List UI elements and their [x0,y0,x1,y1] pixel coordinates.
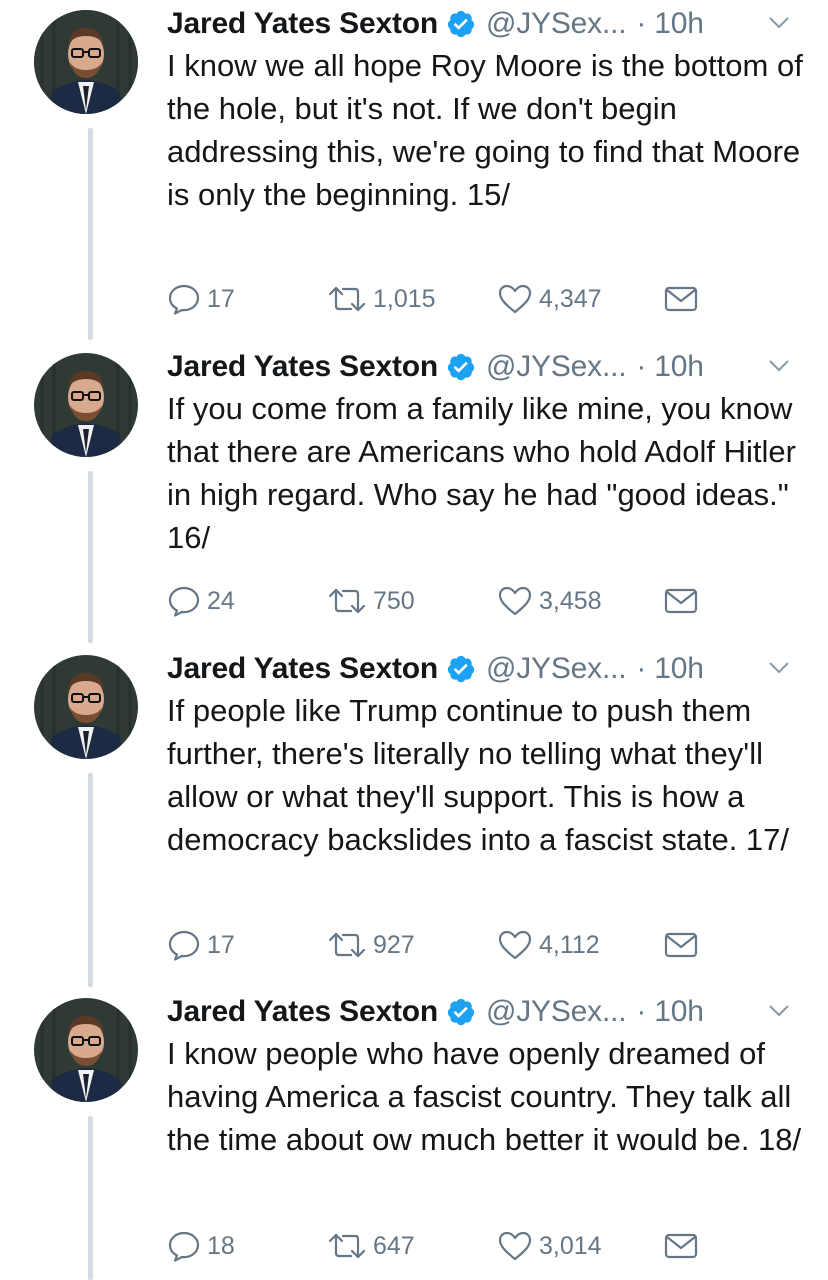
retweet-icon [328,1233,366,1259]
envelope-icon [664,588,698,614]
reply-count: 18 [207,1231,235,1260]
avatar[interactable] [34,655,138,759]
author-name[interactable]: Jared Yates Sexton [167,652,438,686]
like-button[interactable]: 4,112 [497,927,600,963]
tweet-text: I know we all hope Roy Moore is the bott… [167,48,803,212]
thread-line [88,128,93,340]
tweet-timestamp[interactable]: · 10h [636,652,704,686]
author-handle[interactable]: @JYSex... [486,7,627,41]
retweet-button[interactable]: 647 [327,1228,415,1264]
author-name[interactable]: Jared Yates Sexton [167,995,438,1029]
envelope-icon [664,932,698,958]
thread-line [88,773,93,987]
tweet-text: I know people who have openly dreamed of… [167,1036,802,1157]
avatar[interactable] [34,10,138,114]
tweet-header: Jared Yates Sexton @JYSex... · 10h [167,347,704,387]
thread-line [88,471,93,643]
direct-message-button[interactable] [664,927,704,963]
heart-icon [498,1231,532,1261]
retweet-button[interactable]: 927 [327,927,415,963]
tweet-actions: 24 750 3,458 [167,583,707,619]
reply-count: 17 [207,930,235,959]
chevron-down-icon[interactable] [768,1004,790,1018]
tweet-header: Jared Yates Sexton @JYSex... · 10h [167,649,704,689]
retweet-count: 927 [373,930,415,959]
heart-icon [498,930,532,960]
tweet-timestamp[interactable]: · 10h [636,350,704,384]
reply-icon [168,1231,200,1262]
envelope-icon [664,1233,698,1259]
tweet-text: If you come from a family like mine, you… [167,391,796,555]
tweet-text: If people like Trump continue to push th… [167,693,790,857]
author-name[interactable]: Jared Yates Sexton [167,350,438,384]
thread-line [88,1116,93,1280]
tweet[interactable]: Jared Yates Sexton @JYSex... · 10h If yo… [0,343,828,643]
retweet-icon [328,932,366,958]
reply-button[interactable]: 18 [167,1228,235,1264]
direct-message-button[interactable] [664,1228,704,1264]
retweet-icon [328,286,366,312]
retweet-button[interactable]: 750 [327,583,415,619]
retweet-count: 647 [373,1231,415,1260]
retweet-button[interactable]: 1,015 [327,281,436,317]
author-handle[interactable]: @JYSex... [486,652,627,686]
like-count: 3,014 [539,1231,602,1260]
retweet-count: 750 [373,586,415,615]
chevron-down-icon[interactable] [768,661,790,675]
reply-icon [168,930,200,961]
direct-message-button[interactable] [664,281,704,317]
avatar[interactable] [34,998,138,1102]
heart-icon [498,586,532,616]
tweet-header: Jared Yates Sexton @JYSex... · 10h [167,4,704,44]
verified-badge-icon [446,654,476,684]
reply-icon [168,284,200,315]
retweet-count: 1,015 [373,284,436,313]
tweet[interactable]: Jared Yates Sexton @JYSex... · 10h If pe… [0,645,828,987]
chevron-down-icon[interactable] [768,359,790,373]
tweet-timestamp[interactable]: · 10h [636,7,704,41]
reply-count: 24 [207,586,235,615]
reply-icon [168,586,200,617]
tweet-timestamp[interactable]: · 10h [636,995,704,1029]
reply-button[interactable]: 24 [167,583,235,619]
reply-button[interactable]: 17 [167,927,235,963]
tweet-header: Jared Yates Sexton @JYSex... · 10h [167,992,704,1032]
verified-badge-icon [446,352,476,382]
like-button[interactable]: 3,458 [497,583,602,619]
envelope-icon [664,286,698,312]
verified-badge-icon [446,997,476,1027]
heart-icon [498,284,532,314]
tweet[interactable]: Jared Yates Sexton @JYSex... · 10h I kno… [0,988,828,1280]
like-button[interactable]: 3,014 [497,1228,602,1264]
avatar[interactable] [34,353,138,457]
direct-message-button[interactable] [664,583,704,619]
retweet-icon [328,588,366,614]
tweet-actions: 17 927 4,112 [167,927,707,963]
author-name[interactable]: Jared Yates Sexton [167,7,438,41]
reply-count: 17 [207,284,235,313]
reply-button[interactable]: 17 [167,281,235,317]
like-count: 3,458 [539,586,602,615]
tweet-actions: 18 647 3,014 [167,1228,707,1264]
author-handle[interactable]: @JYSex... [486,995,627,1029]
like-button[interactable]: 4,347 [497,281,602,317]
chevron-down-icon[interactable] [768,16,790,30]
tweet[interactable]: Jared Yates Sexton @JYSex... · 10h I kno… [0,0,828,340]
author-handle[interactable]: @JYSex... [486,350,627,384]
like-count: 4,112 [539,930,600,959]
verified-badge-icon [446,9,476,39]
like-count: 4,347 [539,284,602,313]
tweet-actions: 17 1,015 4,347 [167,281,707,317]
